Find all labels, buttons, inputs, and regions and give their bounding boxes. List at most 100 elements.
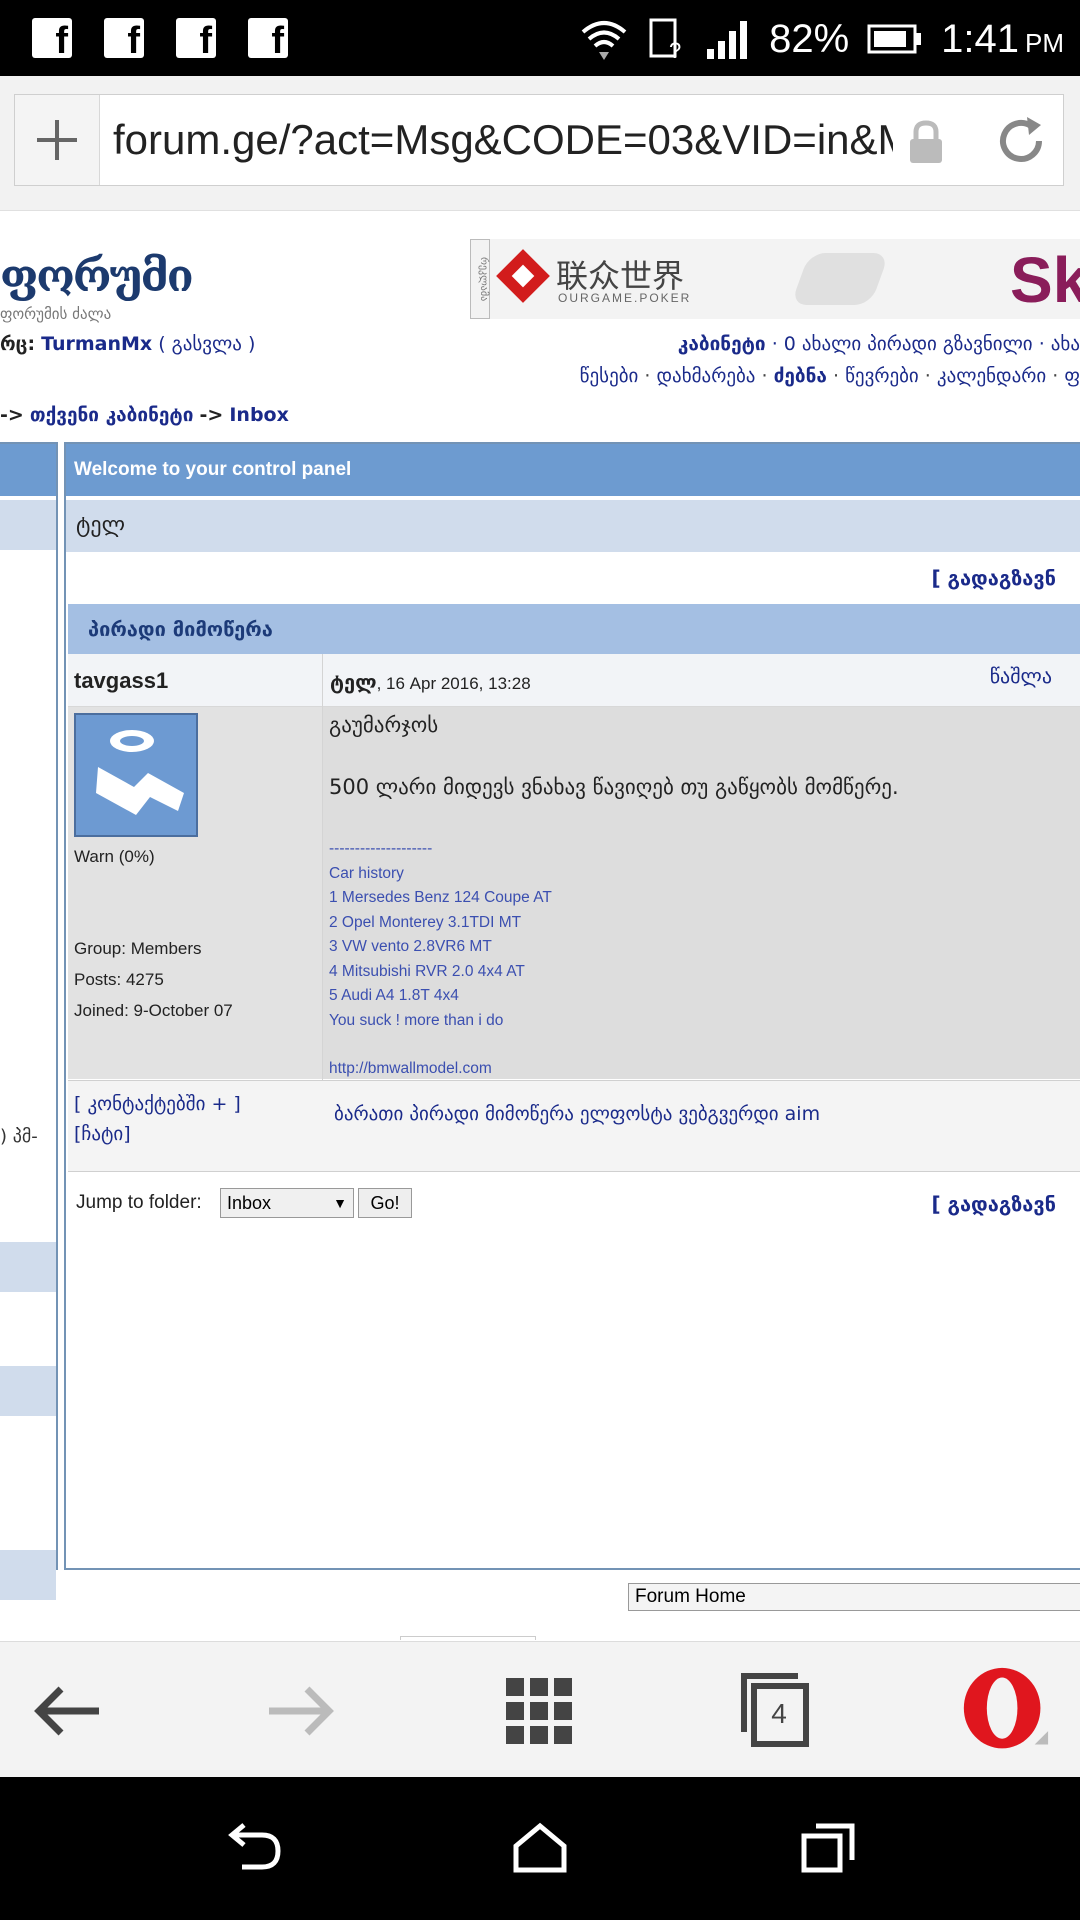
new-messages-link[interactable]: · 0 ახალი პირადი გზავნილი <box>772 333 1033 355</box>
left-menu-fragment[interactable]: ) პმ- <box>0 1126 38 1147</box>
home-icon <box>513 1822 567 1873</box>
author-info: Warn (0%) Group: Members Posts: 4275 Joi… <box>68 707 322 1079</box>
message-subject-title: ტელ <box>66 500 1080 552</box>
tab-count: 4 <box>771 1698 787 1729</box>
left-menu-band <box>0 1242 56 1292</box>
logo-title: ფორუმი <box>0 251 194 302</box>
page-edge-tab <box>400 1636 536 1640</box>
back-arrow-icon <box>34 1686 99 1736</box>
post-count: Posts: 4275 <box>74 970 164 989</box>
nav-help-link[interactable]: დახმარება <box>657 365 756 387</box>
nav-more-link[interactable]: ფ <box>1064 365 1080 387</box>
ad-brand-en: OURGAME.POKER <box>558 291 692 305</box>
ad-banner[interactable]: რეკლამა 联众世界 OURGAME.POKER Sk <box>470 239 1080 319</box>
add-contact-link[interactable]: [ კონტაქტებში + ] <box>74 1089 241 1119</box>
dropdown-arrow-icon: ▼ <box>333 1195 347 1211</box>
control-panel: Welcome to your control panel ტელ [ გადა… <box>64 442 1080 1570</box>
opera-menu-button[interactable] <box>960 1666 1050 1756</box>
facebook-icon: f <box>32 18 72 60</box>
signature-line: 2 Opel Monterey 3.1TDI MT <box>329 913 522 931</box>
delete-link[interactable]: წაშლა <box>990 664 1052 688</box>
back-button[interactable] <box>22 1666 112 1756</box>
svg-text:?: ? <box>669 38 681 62</box>
lock-icon <box>910 120 942 163</box>
user-greeting: რც: TurmanMx ( გასვლა ) <box>0 333 256 355</box>
system-recents-button[interactable] <box>788 1813 868 1883</box>
signature: -------------------- Car history 1 Merse… <box>329 837 552 1082</box>
avatar[interactable] <box>74 713 198 837</box>
speed-dial-button[interactable] <box>494 1666 584 1756</box>
forum-logo[interactable]: ფორუმი ფორუმის ძალა <box>0 231 194 323</box>
cabinet-link[interactable]: კაბინეტი <box>678 333 766 355</box>
post-date: , 16 Apr 2016, 13:28 <box>376 674 531 693</box>
post-greeting: გაუმარჯოს <box>329 713 439 737</box>
facebook-icon: f <box>248 18 288 60</box>
tabs-button[interactable]: 4 <box>730 1666 820 1756</box>
left-menu-band <box>0 1550 56 1600</box>
clock: 1:41 PM <box>941 16 1064 61</box>
post-subject: ტელ <box>330 670 377 694</box>
battery-percent: 82% <box>769 16 850 61</box>
signature-line: 5 Audi A4 1.8T 4x4 <box>329 987 459 1004</box>
new-tab-button[interactable] <box>15 95 100 185</box>
forward-button[interactable] <box>256 1666 346 1756</box>
panel-title: Welcome to your control panel <box>66 444 1080 496</box>
signature-line: 3 VW vento 2.8VR6 MT <box>329 938 492 955</box>
nav-calendar-link[interactable]: კალენდარი <box>937 365 1046 387</box>
grid-icon <box>506 1678 572 1744</box>
opera-logo-icon <box>963 1667 1049 1749</box>
ad-label: რეკლამა <box>470 239 490 319</box>
warn-level[interactable]: Warn (0%) <box>74 847 155 867</box>
ourgame-logo-icon <box>496 249 550 303</box>
join-date: Joined: 9-October 07 <box>74 1001 233 1020</box>
username-link[interactable]: TurmanMx <box>41 333 152 355</box>
breadcrumb-cabinet[interactable]: თქვენი კაბინეტი <box>30 404 194 426</box>
folder-select[interactable]: Inbox ▼ <box>220 1188 354 1218</box>
breadcrumb: -> თქვენი კაბინეტი -> Inbox <box>0 404 289 426</box>
system-home-button[interactable] <box>500 1813 580 1883</box>
web-page: ფორუმი ფორუმის ძალა რეკლამა 联众世界 OURGAME… <box>0 211 1080 1640</box>
member-group: Group: Members <box>74 939 202 958</box>
browser-address-area: forum.ge/?act=Msg&CODE=03&VID=in&MSID= <box>0 76 1080 212</box>
status-bar: f f f f ? 82% 1:41 PM <box>0 0 1080 76</box>
forward-arrow-icon <box>269 1686 334 1736</box>
chat-link[interactable]: [ჩატი] <box>74 1119 241 1149</box>
url-text[interactable]: forum.ge/?act=Msg&CODE=03&VID=in&MSID= <box>113 113 893 167</box>
address-bar[interactable]: forum.ge/?act=Msg&CODE=03&VID=in&MSID= <box>14 94 1064 186</box>
signature-link[interactable]: http://bmwallmodel.com <box>329 1057 552 1082</box>
plus-icon <box>37 120 77 160</box>
signature-line: 4 Mitsubishi RVR 2.0 4x4 AT <box>329 962 525 980</box>
logout-link[interactable]: ( გასვლა ) <box>158 333 255 355</box>
post-header-row: tavgass1 ტელ, 16 Apr 2016, 13:28 წაშლა <box>68 654 1080 707</box>
user-nav: კაბინეტი · 0 ახალი პირადი გზავნილი · ახა <box>678 333 1080 355</box>
go-button[interactable]: Go! <box>358 1188 412 1218</box>
recents-icon <box>801 1823 855 1873</box>
jump-to-folder-label: Jump to folder: <box>76 1192 202 1213</box>
left-menu-column: ) პმ- <box>0 442 58 1600</box>
nav-rules-link[interactable]: წესები <box>580 365 639 387</box>
contact-actions: [ კონტაქტებში + ] [ჩატი] <box>74 1089 241 1149</box>
post-text: 500 ლარი მიდევს ვნახავ წავიღებ თუ გაწყობ… <box>329 775 899 799</box>
forward-link-bottom[interactable]: [ გადაგზავნ <box>931 1192 1056 1216</box>
signal-icon <box>707 21 748 59</box>
nav-search-link[interactable]: ძებნა <box>774 365 827 387</box>
signature-line: You suck ! more than i do <box>329 1011 504 1029</box>
signature-line: 1 Mersedes Benz 124 Coupe AT <box>329 889 552 906</box>
nav-extra-link[interactable]: · ახა <box>1039 333 1080 355</box>
nav-members-link[interactable]: წევრები <box>845 365 919 387</box>
sim-unknown-icon: ? <box>649 18 681 62</box>
forum-home-select[interactable]: Forum Home <box>628 1583 1080 1611</box>
left-menu-band <box>0 500 56 550</box>
system-back-button[interactable] <box>214 1813 294 1883</box>
reload-icon[interactable] <box>991 111 1051 171</box>
handshake-icon <box>790 253 890 305</box>
breadcrumb-inbox[interactable]: Inbox <box>229 404 289 426</box>
forward-link[interactable]: [ გადაგზავნ <box>931 566 1056 590</box>
author-name[interactable]: tavgass1 <box>74 668 168 694</box>
system-back-icon <box>228 1823 281 1870</box>
post-body: გაუმარჯოს 500 ლარი მიდევს ვნახავ წავიღებ… <box>323 707 1080 1079</box>
profile-links[interactable]: ბარათი პირადი მიმოწერა ელფოსტა ვებგვერდი… <box>334 1103 820 1125</box>
ad-brand-right: Sk <box>1010 244 1080 316</box>
logo-subtitle: ფორუმის ძალა <box>0 305 112 323</box>
nav-links: წესები · დახმარება · ძებნა · წევრები · კ… <box>579 365 1080 387</box>
